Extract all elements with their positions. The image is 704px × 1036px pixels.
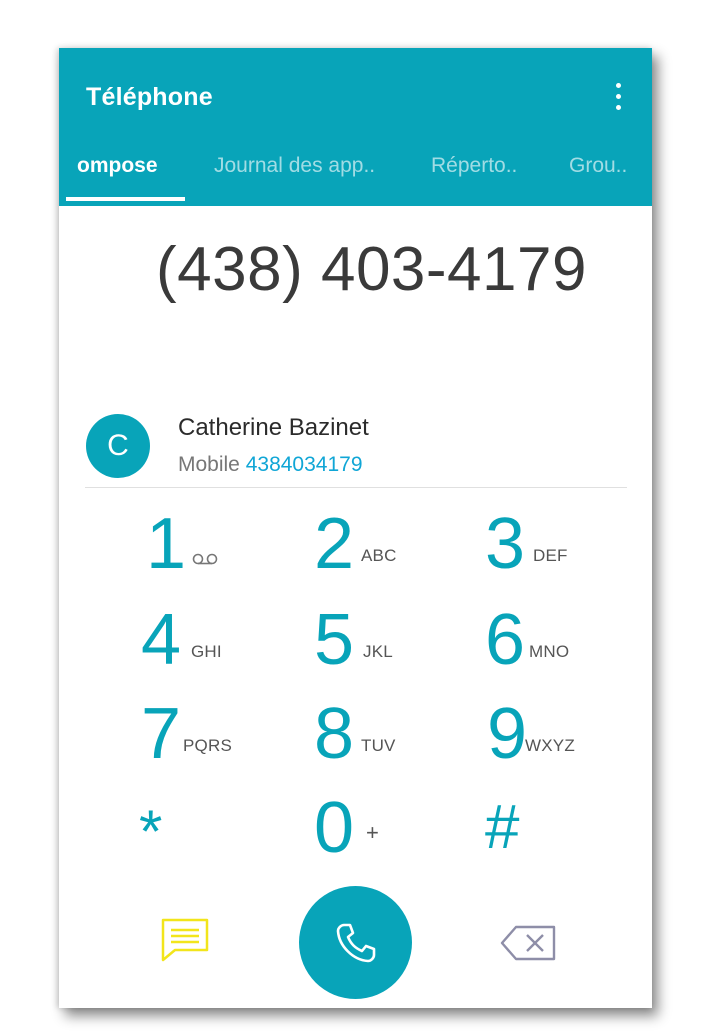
- message-icon: [161, 918, 209, 962]
- key-4[interactable]: 4 GHI: [119, 604, 249, 684]
- key-0[interactable]: 0 +: [289, 792, 419, 872]
- contact-detail[interactable]: Mobile 4384034179: [178, 453, 363, 477]
- key-digit: 0: [314, 788, 355, 868]
- more-vert-icon: [615, 82, 621, 88]
- key-9[interactable]: 9 WXYZ: [459, 698, 589, 778]
- key-1[interactable]: 1: [119, 508, 249, 588]
- key-digit: 3: [485, 504, 526, 584]
- key-letters: DEF: [533, 546, 568, 565]
- contact-name[interactable]: Catherine Bazinet: [178, 414, 369, 442]
- key-8[interactable]: 8 TUV: [289, 698, 419, 778]
- key-letters: WXYZ: [525, 736, 575, 755]
- key-digit: 7: [141, 694, 182, 774]
- key-hash[interactable]: #: [459, 792, 589, 872]
- divider: [85, 487, 627, 488]
- voicemail-icon: [192, 553, 218, 565]
- key-letters: PQRS: [183, 736, 232, 755]
- tab-compose[interactable]: ompose: [77, 154, 158, 178]
- key-letters: +: [366, 820, 380, 845]
- message-button[interactable]: [159, 917, 211, 963]
- key-digit: 6: [485, 600, 526, 680]
- app-bar: Téléphone ompose Journal des app.. Réper…: [59, 48, 652, 206]
- key-digit: *: [139, 798, 163, 865]
- key-digit: #: [485, 793, 520, 862]
- key-letters: JKL: [363, 642, 393, 661]
- key-star[interactable]: *: [119, 792, 249, 872]
- key-letters: GHI: [191, 642, 222, 661]
- key-digit: 9: [487, 694, 528, 774]
- tab-groups[interactable]: Grou..: [569, 154, 627, 178]
- tab-contacts[interactable]: Réperto..: [431, 154, 517, 178]
- more-options-button[interactable]: [603, 76, 633, 116]
- key-letters: MNO: [529, 642, 570, 661]
- key-digit: 1: [146, 504, 187, 584]
- avatar[interactable]: C: [86, 414, 150, 478]
- contact-type: Mobile: [178, 453, 240, 476]
- key-7[interactable]: 7 PQRS: [119, 698, 249, 778]
- backspace-button[interactable]: [500, 924, 558, 962]
- key-letters: ABC: [361, 546, 397, 565]
- backspace-icon: [500, 925, 556, 961]
- tab-indicator: [66, 197, 185, 201]
- key-letters: TUV: [361, 736, 396, 755]
- key-3[interactable]: 3 DEF: [459, 508, 589, 588]
- phone-screen: Téléphone ompose Journal des app.. Réper…: [59, 48, 652, 1008]
- phone-icon: [336, 923, 375, 962]
- app-title: Téléphone: [86, 83, 213, 111]
- tab-call-log[interactable]: Journal des app..: [214, 154, 375, 178]
- key-6[interactable]: 6 MNO: [459, 604, 589, 684]
- contact-number: 4384034179: [245, 453, 363, 476]
- dialed-number[interactable]: (438) 403-4179: [59, 234, 652, 305]
- key-digit: 2: [314, 504, 355, 584]
- key-2[interactable]: 2 ABC: [289, 508, 419, 588]
- key-digit: 5: [314, 600, 355, 680]
- key-digit: 8: [314, 694, 355, 774]
- call-button[interactable]: [299, 886, 412, 999]
- key-5[interactable]: 5 JKL: [289, 604, 419, 684]
- key-digit: 4: [141, 600, 182, 680]
